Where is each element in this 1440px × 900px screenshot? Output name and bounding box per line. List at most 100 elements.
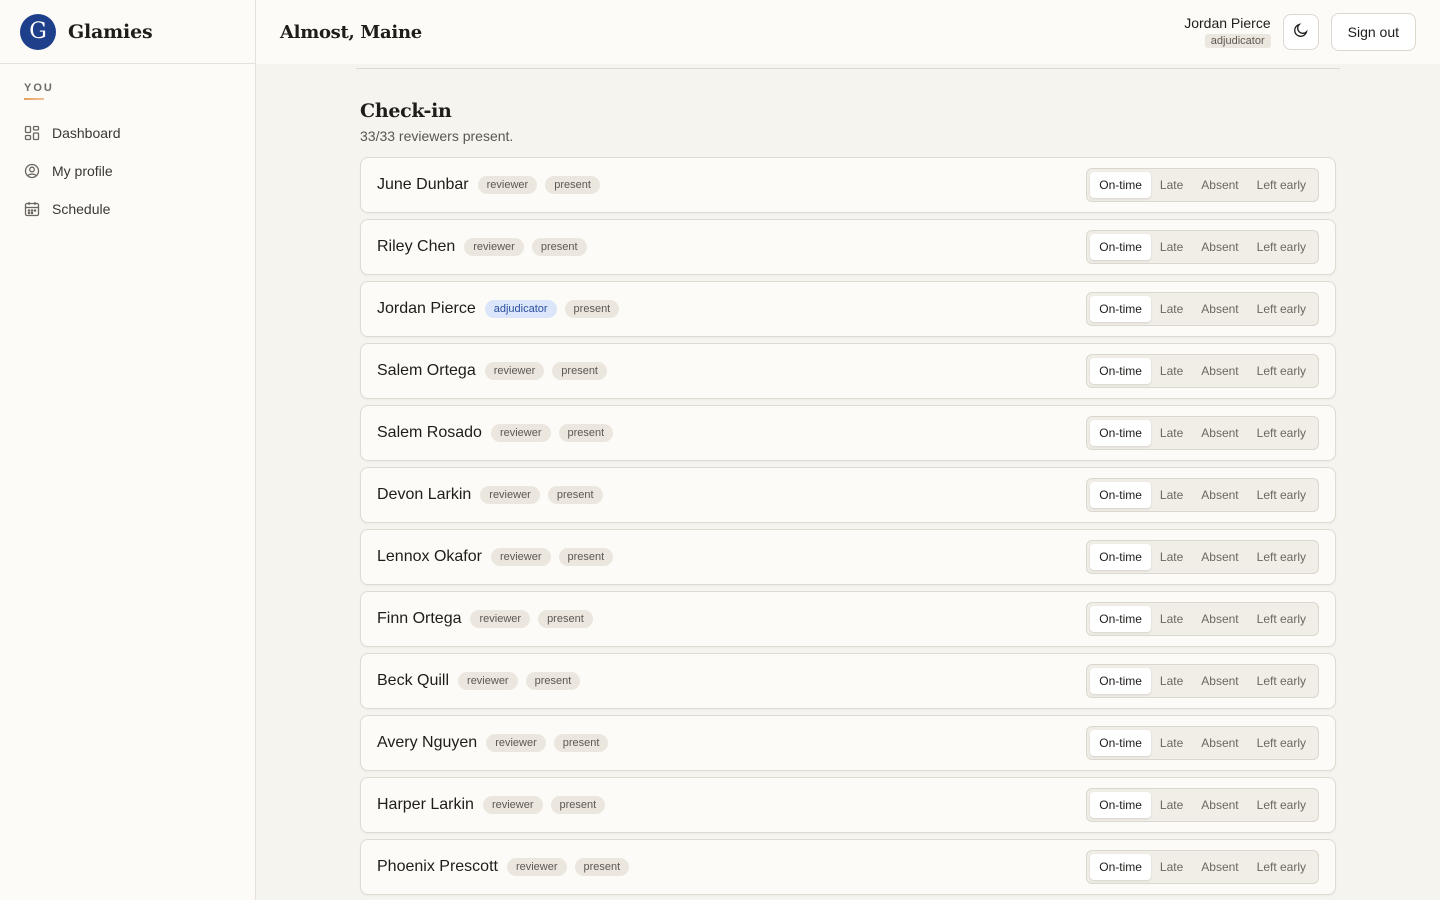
role-badge: reviewer: [464, 238, 524, 256]
attendance-option-left-early[interactable]: Left early: [1248, 234, 1315, 260]
checkin-row: June Dunbar reviewer present On-time Late Abs…: [360, 157, 1336, 213]
attendance-option-late[interactable]: Late: [1151, 358, 1192, 384]
sidebar: G Glamies YOU Dashboard My profile Sched…: [0, 0, 256, 900]
theme-toggle-button[interactable]: [1282, 14, 1319, 50]
checkin-row: Salem Ortega reviewer present On-time Late Ab…: [360, 343, 1336, 399]
checkin-row: Finn Ortega reviewer present On-time Late Abs…: [360, 591, 1336, 647]
attendance-option-absent[interactable]: Absent: [1192, 358, 1247, 384]
attendance-segmented-control: On-time Late Absent Left early: [1086, 230, 1319, 264]
reviewer-name: June Dunbar: [377, 176, 469, 193]
attendance-option-on-time[interactable]: On-time: [1090, 606, 1151, 632]
attendance-option-late[interactable]: Late: [1151, 544, 1192, 570]
attendance-option-on-time[interactable]: On-time: [1090, 234, 1151, 260]
attendance-option-left-early[interactable]: Left early: [1248, 172, 1315, 198]
checkin-summary: 33/33 reviewers present.: [360, 128, 514, 144]
moon-icon: [1293, 22, 1309, 43]
attendance-option-on-time[interactable]: On-time: [1090, 482, 1151, 508]
reviewer-name: Avery Nguyen: [377, 734, 478, 751]
attendance-option-left-early[interactable]: Left early: [1248, 358, 1315, 384]
role-badge: reviewer: [470, 610, 531, 628]
attendance-option-on-time[interactable]: On-time: [1090, 358, 1151, 384]
attendance-option-left-early[interactable]: Left early: [1248, 668, 1315, 694]
reviewer-name: Harper Larkin: [377, 796, 474, 813]
sidebar-item-label: My profile: [52, 163, 113, 179]
attendance-segmented-control: On-time Late Absent Left early: [1086, 788, 1319, 822]
attendance-option-late[interactable]: Late: [1151, 792, 1192, 818]
attendance-option-late[interactable]: Late: [1151, 730, 1192, 756]
attendance-option-on-time[interactable]: On-time: [1090, 854, 1151, 880]
user-name: Jordan Pierce: [1184, 15, 1271, 31]
attendance-segmented-control: On-time Late Absent Left early: [1086, 168, 1319, 202]
attendance-option-absent[interactable]: Absent: [1192, 854, 1247, 880]
role-badge: reviewer: [490, 424, 551, 442]
sidebar-item-schedule[interactable]: Schedule: [24, 190, 231, 228]
checkin-row: Jordan Pierce adjudicator present On-time La…: [360, 281, 1336, 337]
attendance-option-left-early[interactable]: Left early: [1248, 730, 1315, 756]
attendance-option-late[interactable]: Late: [1151, 234, 1192, 260]
checkin-row: Harper Larkin reviewer present On-time Late A…: [360, 777, 1336, 833]
sidebar-item-label: Schedule: [52, 201, 111, 217]
attendance-option-left-early[interactable]: Left early: [1248, 606, 1315, 632]
reviewer-name: Salem Ortega: [377, 362, 476, 379]
reviewer-name: Phoenix Prescott: [377, 858, 498, 875]
attendance-option-left-early[interactable]: Left early: [1248, 296, 1315, 322]
attendance-option-late[interactable]: Late: [1151, 668, 1192, 694]
attendance-option-on-time[interactable]: On-time: [1090, 420, 1151, 446]
attendance-option-late[interactable]: Late: [1151, 420, 1192, 446]
attendance-option-absent[interactable]: Absent: [1192, 606, 1247, 632]
reviewer-name: Lennox Okafor: [377, 548, 482, 565]
sidebar-item-my-profile[interactable]: My profile: [24, 152, 231, 190]
attendance-option-left-early[interactable]: Left early: [1248, 482, 1315, 508]
attendance-option-left-early[interactable]: Left early: [1248, 854, 1315, 880]
attendance-option-on-time[interactable]: On-time: [1090, 730, 1151, 756]
attendance-option-absent[interactable]: Absent: [1192, 172, 1247, 198]
attendance-option-absent[interactable]: Absent: [1192, 544, 1247, 570]
brand[interactable]: G Glamies: [0, 0, 255, 64]
attendance-option-late[interactable]: Late: [1151, 482, 1192, 508]
attendance-segmented-control: On-time Late Absent Left early: [1086, 602, 1319, 636]
attendance-segmented-control: On-time Late Absent Left early: [1086, 478, 1319, 512]
sidebar-item-label: Dashboard: [52, 125, 121, 141]
page-title: Almost, Maine: [280, 21, 422, 43]
role-badge: adjudicator: [484, 300, 557, 318]
attendance-option-on-time[interactable]: On-time: [1090, 544, 1151, 570]
role-badge: reviewer: [482, 796, 543, 814]
role-badge: reviewer: [477, 176, 538, 194]
user-role-badge: adjudicator: [1204, 34, 1271, 48]
attendance-option-on-time[interactable]: On-time: [1090, 792, 1151, 818]
attendance-option-absent[interactable]: Absent: [1192, 234, 1247, 260]
checkin-row: Beck Quill reviewer present On-time Late Abse…: [360, 653, 1336, 709]
attendance-option-late[interactable]: Late: [1151, 606, 1192, 632]
reviewer-name: Riley Chen: [377, 238, 456, 255]
reviewer-name: Devon Larkin: [377, 486, 472, 503]
attendance-option-absent[interactable]: Absent: [1192, 296, 1247, 322]
status-badge: present: [558, 548, 614, 566]
attendance-option-on-time[interactable]: On-time: [1090, 668, 1151, 694]
attendance-option-on-time[interactable]: On-time: [1090, 172, 1151, 198]
sidebar-item-dashboard[interactable]: Dashboard: [24, 114, 231, 152]
role-badge: reviewer: [484, 362, 545, 380]
brand-name: Glamies: [68, 20, 153, 43]
nav-section: YOU Dashboard My profile Schedule: [0, 64, 255, 228]
attendance-segmented-control: On-time Late Absent Left early: [1086, 292, 1319, 326]
attendance-option-left-early[interactable]: Left early: [1248, 420, 1315, 446]
attendance-option-absent[interactable]: Absent: [1192, 668, 1247, 694]
role-badge: reviewer: [486, 734, 546, 752]
attendance-segmented-control: On-time Late Absent Left early: [1086, 354, 1319, 388]
attendance-segmented-control: On-time Late Absent Left early: [1086, 540, 1319, 574]
status-badge: present: [531, 238, 587, 256]
attendance-option-on-time[interactable]: On-time: [1090, 296, 1151, 322]
attendance-option-late[interactable]: Late: [1151, 854, 1192, 880]
checkin-list: June Dunbar reviewer present On-time Late Abs…: [360, 157, 1336, 895]
sign-out-button[interactable]: Sign out: [1330, 13, 1416, 51]
attendance-option-absent[interactable]: Absent: [1192, 420, 1247, 446]
attendance-option-left-early[interactable]: Left early: [1248, 544, 1315, 570]
attendance-option-left-early[interactable]: Left early: [1248, 792, 1315, 818]
attendance-option-late[interactable]: Late: [1151, 296, 1192, 322]
attendance-option-absent[interactable]: Absent: [1192, 792, 1247, 818]
checkin-row: Phoenix Prescott reviewer present On-time La…: [360, 839, 1336, 895]
attendance-option-absent[interactable]: Absent: [1192, 730, 1247, 756]
nav-heading: YOU: [24, 82, 54, 94]
attendance-option-absent[interactable]: Absent: [1192, 482, 1247, 508]
attendance-option-late[interactable]: Late: [1151, 172, 1192, 198]
